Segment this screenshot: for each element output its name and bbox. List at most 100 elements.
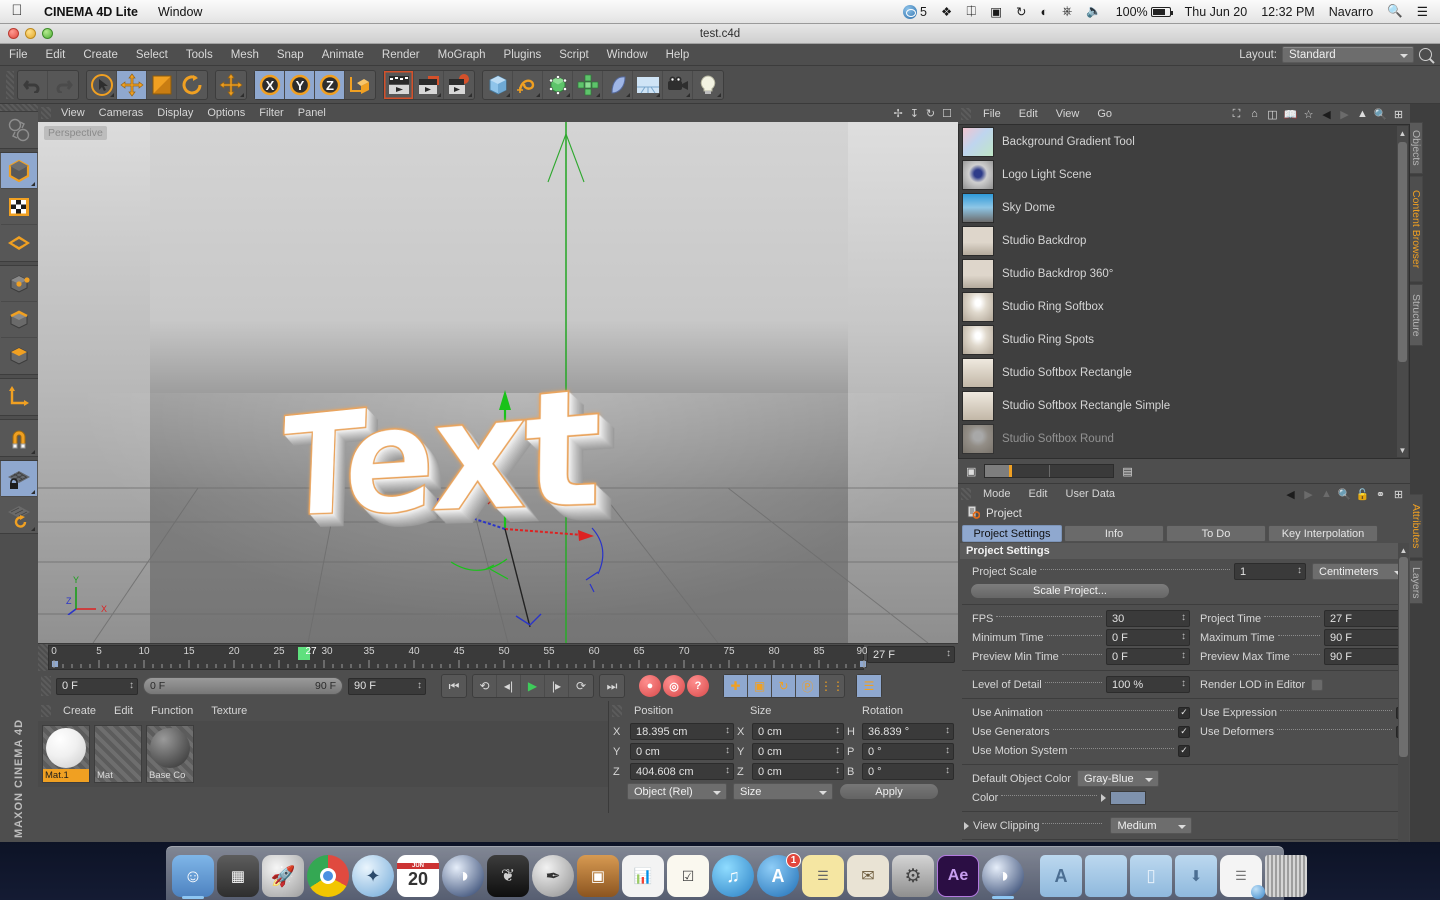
material-menu-texture[interactable]: Texture [202,705,256,717]
cube-primitive-icon[interactable] [483,70,513,99]
viewport-menu-display[interactable]: Display [150,107,200,119]
menu-select[interactable]: Select [127,49,177,61]
apply-button[interactable]: Apply [839,783,939,800]
apple-icon[interactable]:  [0,3,34,21]
menu-edit[interactable]: Edit [37,49,75,61]
use-generators-checkbox[interactable]: ✓ [1178,725,1190,738]
expand-triangle-icon[interactable] [1101,793,1107,802]
default-object-color-dropdown[interactable]: Gray-Blue [1077,770,1160,787]
autokey-icon[interactable]: ◎ [663,675,685,697]
search-icon[interactable]: 🔍 [1337,487,1352,501]
undo-icon[interactable] [18,70,48,99]
back-icon[interactable]: ◀ [1283,487,1298,501]
render-lod-checkbox[interactable] [1311,678,1324,691]
fps-field[interactable]: 30 [1106,610,1190,627]
material-menu-edit[interactable]: Edit [105,705,142,717]
attr-menu-edit[interactable]: Edit [1020,488,1057,500]
redo-icon[interactable] [48,71,78,99]
viewport-grip[interactable] [41,107,51,119]
list-item[interactable]: Studio Backdrop 360° [959,257,1409,290]
dock-numbers-icon[interactable]: 📊 [622,855,664,897]
tab-project-settings[interactable]: Project Settings [962,525,1062,542]
dock-keynote-icon[interactable]: ▣ [577,855,619,897]
record-key-icon[interactable]: ● [639,675,661,697]
current-frame-field[interactable]: 27 F [867,646,955,669]
menu-window[interactable]: Window [598,49,657,61]
volume-icon[interactable]: 🔈 [1080,4,1108,19]
3d-viewport[interactable]: Text Perspective X Y Z [38,122,958,643]
project-scale-unit-dropdown[interactable]: Centimeters [1312,563,1408,580]
z-axis-icon[interactable]: Z [315,70,345,99]
loop-icon[interactable]: ⟳ [569,675,593,697]
dock-cinema4d-icon[interactable]: ◑ [442,855,484,897]
dock-reminders-icon[interactable]: ☑ [667,855,709,897]
preview-min-time-field[interactable]: 0 F [1106,648,1190,665]
use-motion-system-checkbox[interactable]: ✓ [1178,744,1190,757]
pan-icon[interactable]: ✢ [893,107,902,120]
viewport-menu-cameras[interactable]: Cameras [92,107,151,119]
minimum-time-field[interactable]: 0 F [1106,629,1190,646]
add-icon[interactable]: ⊞ [1391,107,1406,121]
dock-launchpad-icon[interactable]: 🚀 [262,855,304,897]
timeline-track[interactable]: 0 5 10 15 20 25 27 30 35 40 45 50 55 60 [48,645,868,670]
project-time-field[interactable]: 27 F [1324,610,1408,627]
preview-icon[interactable]: ▤ [1122,465,1132,478]
lod-field[interactable]: 100 % [1106,676,1190,693]
dock-finder-icon[interactable]: ☺ [172,855,214,899]
forward-icon[interactable]: ▶ [1337,107,1352,121]
tab-content-browser[interactable]: Content Browser [1410,176,1423,282]
render-settings-icon[interactable] [444,71,474,99]
dock-recent-list-icon[interactable]: ☰ [1220,855,1265,899]
goto-start-icon[interactable]: ⏮ [442,675,466,697]
deformer-icon[interactable] [603,70,633,99]
color-swatch[interactable] [1110,790,1147,805]
search-icon[interactable]: 🔍 [1373,107,1388,121]
scale-project-button[interactable]: Scale Project... [970,583,1170,599]
timeline-icon[interactable]: ☰ [857,675,881,697]
goto-end-icon[interactable]: ⏭ [600,675,624,697]
size-x-field[interactable]: 0 cm [752,723,844,740]
transport-grip[interactable] [41,676,51,696]
dock-trash-icon[interactable] [1265,855,1307,897]
menu-animate[interactable]: Animate [313,49,373,61]
scroll-up-icon[interactable]: ▲ [1398,543,1409,557]
list-item[interactable]: Studio Softbox Rectangle Simple [959,389,1409,422]
list-item[interactable]: Studio Ring Softbox [959,290,1409,323]
creative-cloud-status[interactable]: 5 [897,4,933,19]
rotate-view-icon[interactable]: ↻ [926,107,935,120]
thumbnail-size-icon[interactable]: ▣ [966,465,976,478]
key-rotation-icon[interactable]: ↻ [772,675,796,697]
menu-window[interactable]: Window [148,5,212,19]
dock-chrome-icon[interactable] [307,855,349,897]
list-item[interactable]: Studio Softbox Round [959,422,1409,455]
live-selection-icon[interactable] [87,70,117,99]
backup-disk-icon[interactable]: ⎅ [960,4,982,19]
content-brow2ser-scrollbar[interactable]: ▲ ▼ [1397,126,1408,457]
dock-stickies-icon[interactable]: ☰ [802,855,844,897]
slider-handle[interactable] [1009,465,1013,477]
texture-mode-icon[interactable] [1,189,37,225]
content-icon[interactable]: ◫ [1265,107,1280,121]
prev-key-icon[interactable]: ⟲ [473,675,497,697]
x-axis-icon[interactable]: X [255,70,285,99]
menu-help[interactable]: Help [657,49,699,61]
back-icon[interactable]: ◀ [1319,107,1334,121]
scroll-down-icon[interactable]: ▼ [1397,443,1408,457]
edges-mode-icon[interactable] [1,302,37,338]
viewport-menu-panel[interactable]: Panel [291,107,333,119]
cb-menu-view[interactable]: View [1047,108,1089,120]
cb-menu-go[interactable]: Go [1088,108,1121,120]
menu-tools[interactable]: Tools [177,49,222,61]
dock-calendar-icon[interactable]: JUN 20 [397,855,439,897]
display-icon[interactable]: ▣ [984,4,1008,19]
attr-menu-mode[interactable]: Mode [974,488,1020,500]
dock-applications-folder-icon[interactable]: A [1040,855,1082,897]
spotlight-search-icon[interactable]: 🔍 [1381,4,1409,19]
library-icon[interactable]: 📖 [1283,107,1298,121]
dock-downloads-folder-icon[interactable]: ⬇ [1175,855,1217,897]
keyframe-selection-icon[interactable]: ? [687,675,709,697]
tab-key-interpolation[interactable]: Key Interpolation [1268,525,1378,542]
rotation-h-field[interactable]: 36.839 ° [862,723,954,740]
polygon-grid-icon[interactable] [1,225,37,261]
world-object-coord-icon[interactable] [345,71,375,99]
